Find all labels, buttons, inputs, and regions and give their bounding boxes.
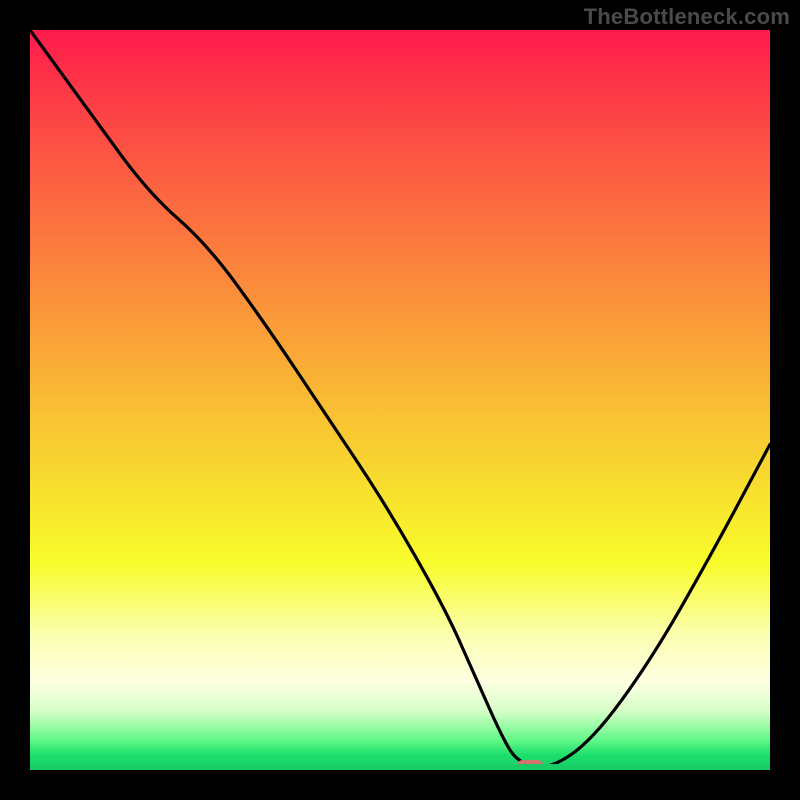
plot-area — [30, 30, 770, 770]
bottleneck-curve — [30, 30, 770, 770]
chart-frame: TheBottleneck.com — [0, 0, 800, 800]
optimal-marker — [516, 760, 544, 770]
watermark-text: TheBottleneck.com — [584, 4, 790, 30]
